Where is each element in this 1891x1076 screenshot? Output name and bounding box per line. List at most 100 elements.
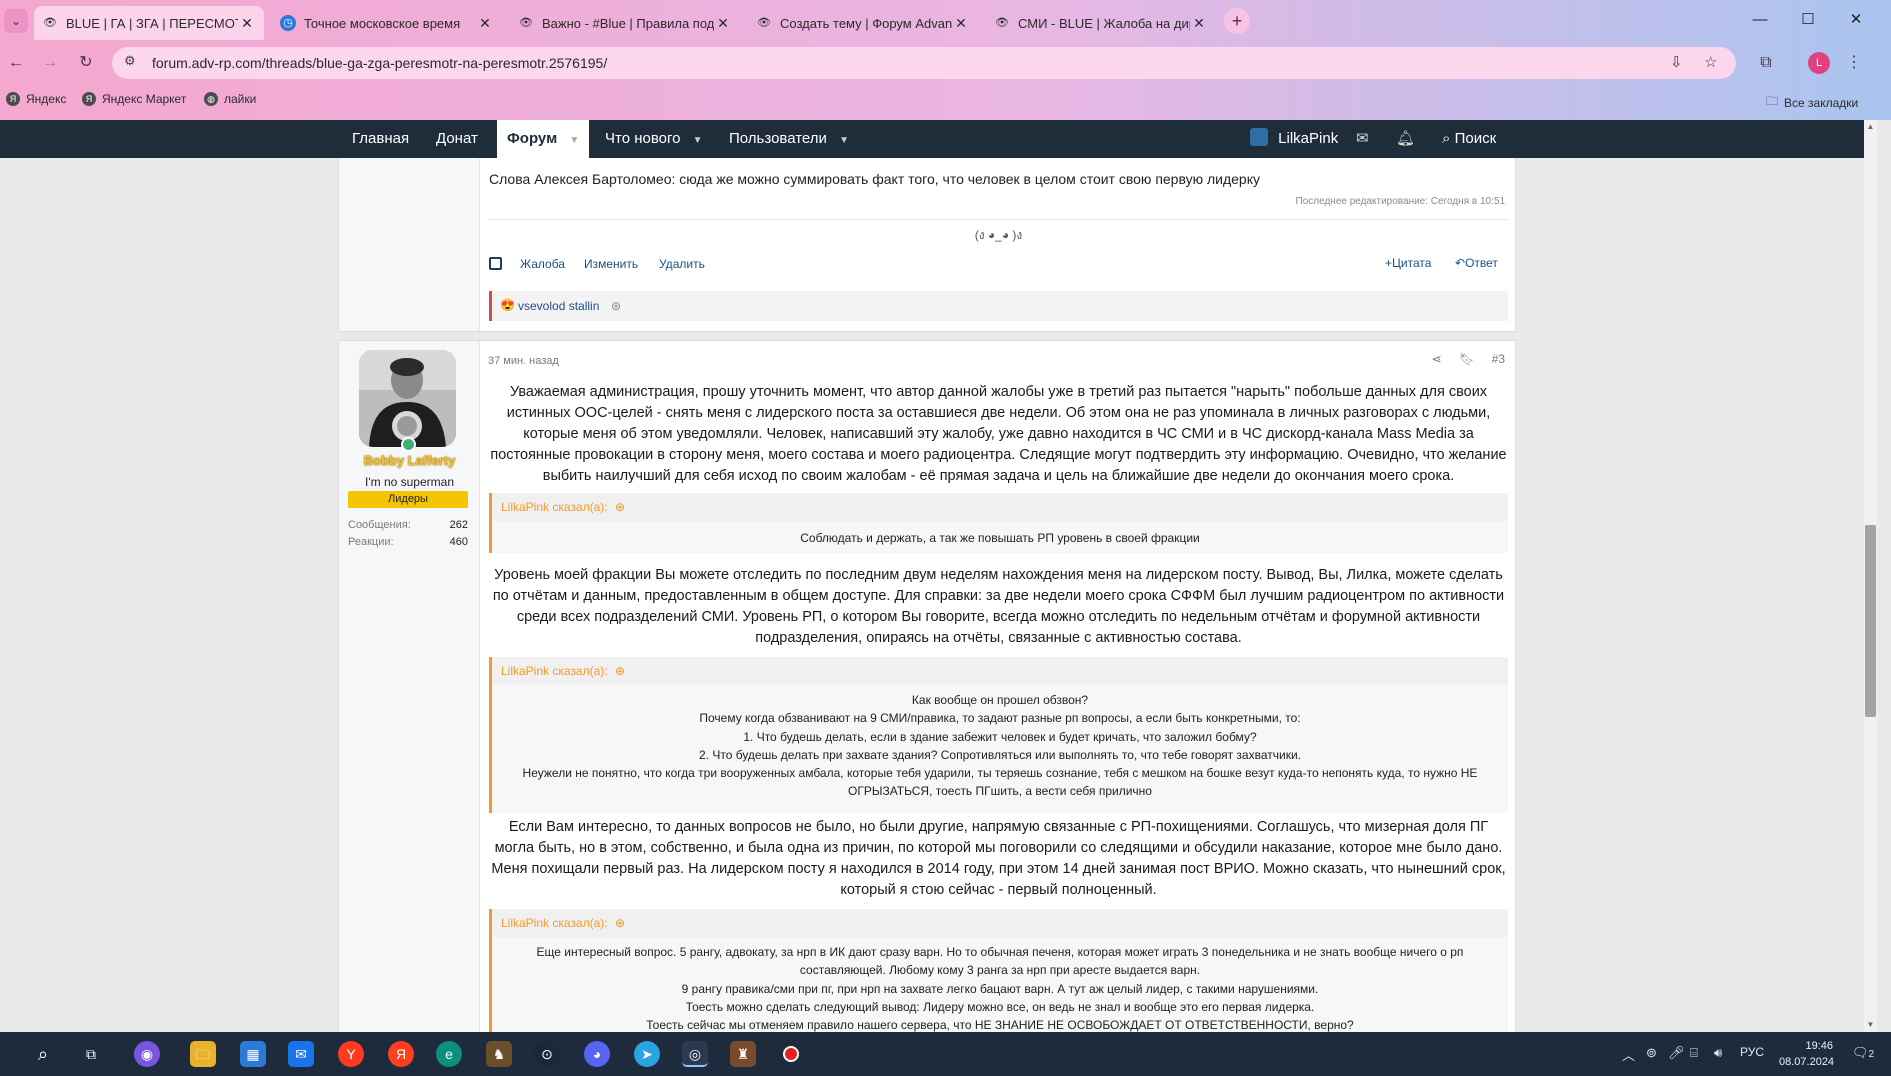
inbox-icon[interactable]: ✉	[1356, 120, 1369, 158]
close-tab-icon[interactable]: ✕	[476, 15, 494, 32]
edge-icon[interactable]: e	[436, 1041, 462, 1067]
address-bar[interactable]: ⚙ forum.adv-rp.com/threads/blue-ga-zga-p…	[112, 47, 1736, 79]
share-icon[interactable]: ⋖	[1432, 352, 1442, 366]
game-launcher-icon[interactable]: ♜	[730, 1041, 756, 1067]
url-text[interactable]: forum.adv-rp.com/threads/blue-ga-zga-per…	[152, 55, 607, 71]
tab[interactable]: 👁 Важно - #Blue | Правила пода ✕	[510, 6, 740, 40]
tab-search-icon[interactable]: ⌄	[4, 9, 28, 33]
scrollbar-thumb[interactable]	[1865, 525, 1876, 717]
reaction-user[interactable]: vsevolod stallin	[518, 299, 599, 313]
game-icon[interactable]: ♞	[486, 1041, 512, 1067]
close-window-icon[interactable]: ✕	[1836, 8, 1876, 32]
nav-donate[interactable]: Донат	[436, 120, 478, 158]
minimize-icon[interactable]: —	[1740, 8, 1780, 32]
report-link[interactable]: Жалоба	[520, 257, 565, 271]
tray-app-icon[interactable]: ⊚	[1646, 1045, 1657, 1061]
quote-body: Как вообще он прошел обзвон? Почему когд…	[492, 685, 1508, 801]
bell-icon[interactable]: 🔔︎	[1396, 120, 1415, 158]
nav-forum[interactable]: Форум ▼	[497, 120, 590, 160]
language-indicator[interactable]: РУС	[1740, 1045, 1764, 1059]
close-tab-icon[interactable]: ✕	[952, 15, 970, 32]
quote-header[interactable]: LilkaPink сказал(а): ⊕	[492, 909, 1508, 937]
post-number[interactable]: #3	[1492, 352, 1505, 366]
yandex-browser-icon[interactable]: Y	[338, 1041, 364, 1067]
bookmark-star-icon[interactable]: ☆	[1704, 53, 1717, 71]
close-tab-icon[interactable]: ✕	[714, 15, 732, 32]
notification-count: 2	[1868, 1049, 1875, 1060]
microphone-icon[interactable]: 🎤︎	[1668, 1045, 1685, 1061]
quote-header[interactable]: LilkaPink сказал(а): ⊕	[492, 493, 1508, 521]
author-name[interactable]: Bobby Lafferty	[339, 453, 480, 468]
new-tab-button[interactable]: +	[1224, 8, 1250, 34]
quote-author[interactable]: LilkaPink сказал(а):	[501, 664, 608, 678]
quote-header[interactable]: LilkaPink сказал(а): ⊕	[492, 657, 1508, 685]
tab[interactable]: 👁 Создать тему | Форум Advance ✕	[748, 6, 978, 40]
profile-avatar[interactable]: L	[1808, 52, 1830, 74]
user-avatar-icon	[1250, 128, 1268, 146]
tab[interactable]: 👁 СМИ - BLUE | Жалоба на дире ✕	[986, 6, 1216, 40]
tray-chevron-up-icon[interactable]: ︿	[1622, 1045, 1635, 1064]
yandex-icon[interactable]: Я	[388, 1041, 414, 1067]
task-view-icon[interactable]: ⧉	[78, 1041, 104, 1067]
chrome-icon[interactable]: ◎	[682, 1041, 708, 1067]
nav-user-account[interactable]: LilkaPink	[1250, 120, 1338, 158]
discord-icon[interactable]: ◕	[584, 1041, 610, 1067]
select-checkbox[interactable]	[489, 257, 502, 270]
scroll-up-icon[interactable]: ▲	[1865, 122, 1876, 132]
bookmark-item[interactable]: Я Яндекс Маркет	[82, 92, 186, 106]
close-tab-icon[interactable]: ✕	[238, 15, 256, 32]
bookmark-item[interactable]: Я Яндекс	[6, 92, 66, 106]
tab[interactable]: ◷ Точное московское время ✕	[272, 6, 502, 40]
nav-search[interactable]: ⌕ Поиск	[1442, 120, 1496, 158]
record-icon[interactable]	[778, 1041, 804, 1067]
chevron-down-icon[interactable]: ▼	[839, 122, 849, 160]
edit-link[interactable]: Изменить	[584, 257, 638, 271]
tab-active[interactable]: 👁 BLUE | ГА | ЗГА | ПЕРЕСМОТР Н ✕	[34, 6, 264, 40]
notifications-icon[interactable]: 🗨2	[1852, 1045, 1874, 1061]
alice-icon[interactable]: ◉	[134, 1041, 160, 1067]
heart-eyes-icon: 😍	[500, 298, 515, 312]
bookmark-item[interactable]: ◍ лайки	[204, 92, 256, 106]
nav-whats-new[interactable]: Что нового ▼	[605, 120, 703, 158]
chevron-down-icon[interactable]: ▼	[569, 122, 579, 160]
extensions-icon[interactable]: ⧉	[1754, 51, 1778, 75]
telegram-icon[interactable]: ➤	[634, 1041, 660, 1067]
quote-block: LilkaPink сказал(а): ⊕ Еще интересный во…	[489, 909, 1508, 1049]
clock[interactable]: 19:46 08.07.2024	[1779, 1038, 1834, 1070]
post-text: Слова Алексея Бартоломео: сюда же можно …	[489, 171, 1260, 187]
forward-icon[interactable]: →	[38, 51, 62, 75]
delete-link[interactable]: Удалить	[659, 257, 705, 271]
volume-icon[interactable]: 🔊︎	[1714, 1045, 1722, 1061]
reload-icon[interactable]: ↻	[74, 51, 98, 75]
mail-icon[interactable]: ✉	[288, 1041, 314, 1067]
jump-up-icon[interactable]: ⊕	[615, 500, 625, 514]
bookmark-icon[interactable]: 🔖︎	[1459, 352, 1474, 366]
jump-up-icon[interactable]: ⊕	[615, 916, 625, 930]
back-icon[interactable]: ←	[4, 51, 28, 75]
avatar[interactable]	[359, 350, 456, 447]
maximize-icon[interactable]: ☐	[1788, 8, 1828, 32]
site-settings-icon[interactable]: ⚙	[124, 53, 136, 69]
post-paragraph: Если Вам интересно, то данных вопросов н…	[491, 819, 1506, 898]
steam-icon[interactable]: ⊙	[534, 1041, 560, 1067]
post-time[interactable]: 37 мин. назад	[488, 355, 559, 367]
network-icon[interactable]: ⌸	[1690, 1045, 1698, 1061]
quote-author[interactable]: LilkaPink сказал(а):	[501, 500, 608, 514]
all-bookmarks-button[interactable]: 🗀 Все закладки	[1766, 92, 1858, 113]
file-explorer-icon[interactable]: 🗀	[190, 1041, 216, 1067]
folder-icon: 🗀	[1766, 94, 1779, 108]
scroll-down-icon[interactable]: ▼	[1865, 1020, 1876, 1030]
chevron-down-icon[interactable]: ▼	[693, 122, 703, 160]
jump-up-icon[interactable]: ⊕	[615, 664, 625, 678]
nav-users[interactable]: Пользователи ▼	[729, 120, 849, 158]
nav-home[interactable]: Главная	[352, 120, 409, 158]
quote-link[interactable]: +Цитата	[1385, 256, 1431, 270]
quote-author[interactable]: LilkaPink сказал(а):	[501, 916, 608, 930]
install-app-icon[interactable]: ⇩	[1670, 53, 1683, 71]
store-icon[interactable]: ▦	[240, 1041, 266, 1067]
more-menu-icon[interactable]: ⋮	[1842, 51, 1866, 75]
reply-link[interactable]: ↶Ответ	[1455, 256, 1498, 270]
close-tab-icon[interactable]: ✕	[1190, 15, 1208, 32]
search-icon[interactable]: ⌕	[30, 1041, 56, 1067]
reactions-bar[interactable]: 😍 vsevolod stallin ⊛	[489, 291, 1508, 321]
